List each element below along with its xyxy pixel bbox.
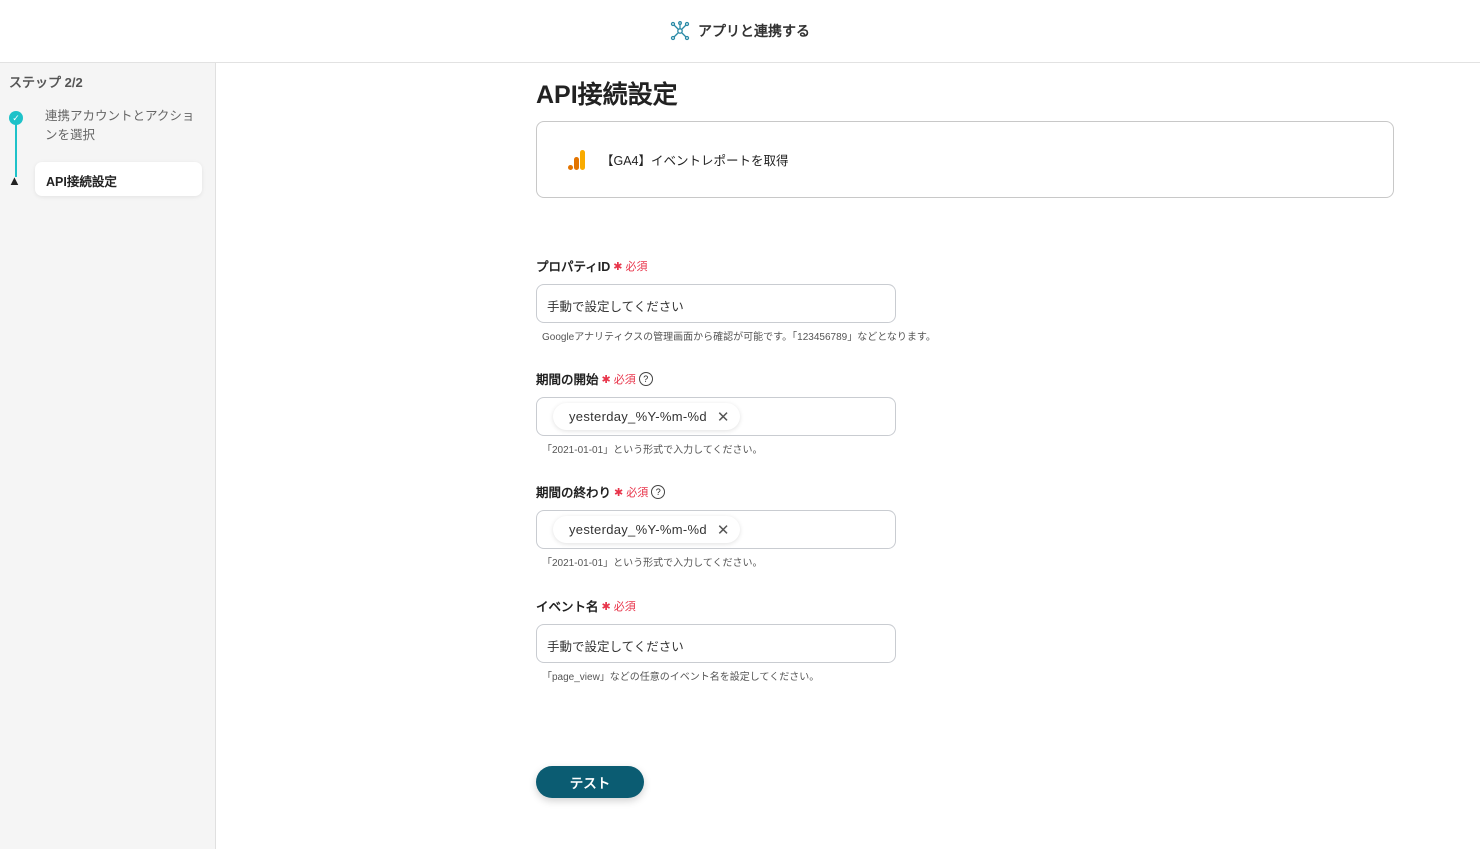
end-date-field: 期間の終わり ✱ 必須? yesterday_%Y-%m-%d ✕ 「2021-01… bbox=[536, 482, 936, 569]
chip-label: yesterday_%Y-%m-%d bbox=[569, 409, 707, 424]
close-icon[interactable]: ✕ bbox=[717, 408, 730, 426]
value-chip: yesterday_%Y-%m-%d ✕ bbox=[553, 403, 740, 430]
step-connector bbox=[15, 119, 17, 177]
sidebar-step-select-action[interactable]: 連携アカウントとアクションを選択 bbox=[45, 107, 195, 145]
help-icon[interactable]: ? bbox=[651, 484, 666, 499]
action-card: 【GA4】イベントレポートを取得 bbox=[536, 121, 1394, 198]
step-counter: ステップ 2/2 bbox=[9, 75, 83, 90]
field-label: 期間の開始 bbox=[536, 373, 599, 387]
close-icon[interactable]: ✕ bbox=[717, 521, 730, 539]
start-date-field: 期間の開始 ✱ 必須? yesterday_%Y-%m-%d ✕ 「2021-01-… bbox=[536, 369, 936, 456]
sidebar-step-api-settings[interactable]: API接続設定 bbox=[35, 162, 202, 196]
sidebar: ステップ 2/2 ✓ 連携アカウントとアクションを選択 ▲ API接続設定 bbox=[0, 63, 216, 849]
required-badge: ✱ 必須 bbox=[613, 260, 648, 273]
warning-icon: ▲ bbox=[8, 173, 21, 188]
check-icon: ✓ bbox=[9, 111, 23, 125]
value-chip: yesterday_%Y-%m-%d ✕ bbox=[553, 516, 740, 543]
required-badge: ✱ 必須 bbox=[601, 600, 636, 613]
field-label: 期間の終わり bbox=[536, 486, 612, 500]
chip-label: yesterday_%Y-%m-%d bbox=[569, 522, 707, 537]
end-date-input[interactable]: yesterday_%Y-%m-%d ✕ bbox=[536, 510, 896, 549]
google-analytics-icon bbox=[568, 149, 585, 170]
help-icon[interactable]: ? bbox=[638, 371, 653, 386]
header-title: アプリと連携する bbox=[698, 23, 810, 39]
required-badge: ✱ 必須 bbox=[614, 486, 649, 499]
field-hint: 「2021-01-01」という形式で入力してください。 bbox=[542, 558, 763, 569]
field-hint: 「2021-01-01」という形式で入力してください。 bbox=[542, 445, 763, 456]
action-label: 【GA4】イベントレポートを取得 bbox=[601, 154, 789, 168]
event-name-field: イベント名 ✱ 必須 手動で設定してください 「page_view」などの任意のイ… bbox=[536, 596, 936, 683]
field-label: プロパティID bbox=[536, 260, 611, 274]
property-id-field: プロパティID ✱ 必須 手動で設定してください Googleアナリティクスの管理… bbox=[536, 256, 936, 343]
field-hint: 「page_view」などの任意のイベント名を設定してください。 bbox=[542, 672, 820, 683]
required-badge: ✱ 必須 bbox=[601, 373, 636, 386]
event-name-input[interactable]: 手動で設定してください bbox=[536, 624, 896, 663]
test-button[interactable]: テスト bbox=[536, 766, 644, 798]
property-id-input[interactable]: 手動で設定してください bbox=[536, 284, 896, 323]
page-title: API接続設定 bbox=[536, 81, 678, 109]
network-icon bbox=[670, 21, 690, 41]
header: アプリと連携する bbox=[0, 0, 1480, 63]
field-label: イベント名 bbox=[536, 600, 599, 614]
start-date-input[interactable]: yesterday_%Y-%m-%d ✕ bbox=[536, 397, 896, 436]
field-hint: Googleアナリティクスの管理画面から確認が可能です。「123456789」な… bbox=[542, 332, 936, 343]
